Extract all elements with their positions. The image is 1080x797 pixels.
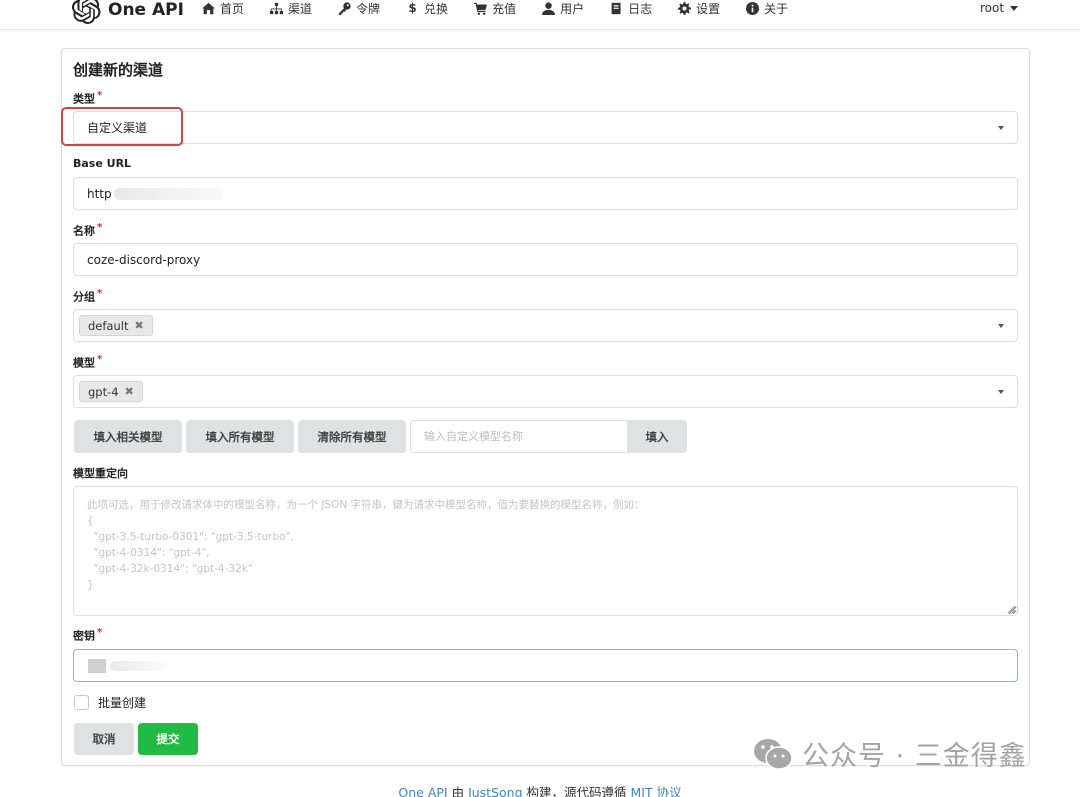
nav-item-tokens[interactable]: 令牌	[338, 0, 380, 16]
model-tag: gpt-4 ✖	[79, 381, 143, 402]
fill-custom-model-button[interactable]: 填入	[627, 420, 687, 453]
user-icon	[542, 1, 556, 15]
footer-author-link[interactable]: JustSong	[468, 785, 522, 797]
nav-item-users[interactable]: 用户	[542, 0, 584, 16]
masked-key	[88, 658, 106, 673]
base-url-label: Base URL	[73, 157, 132, 170]
submit-button[interactable]: 提交	[138, 723, 198, 755]
name-label-text: 名称	[73, 224, 95, 238]
nav-item-label: 关于	[764, 1, 789, 16]
dropdown-caret-icon	[998, 126, 1004, 130]
openai-logo-icon	[71, 0, 101, 25]
nav-item-label: 令牌	[356, 1, 381, 16]
base-url-value: http	[87, 186, 112, 201]
type-select[interactable]: 自定义渠道	[73, 111, 1018, 144]
batch-create-checkbox[interactable]	[74, 695, 89, 710]
type-label: 类型 *	[73, 90, 102, 107]
custom-model-input[interactable]	[410, 420, 627, 453]
fill-related-models-button[interactable]: 填入相关模型	[74, 420, 182, 453]
key-label: 密钥 *	[73, 627, 102, 644]
cancel-button[interactable]: 取消	[74, 723, 134, 755]
footer-middle-text: 构建，源代码遵循	[522, 785, 631, 797]
chevron-down-icon	[1010, 5, 1019, 11]
fill-all-models-button[interactable]: 填入所有模型	[186, 420, 294, 453]
nav-item-topup[interactable]: 充值	[474, 0, 516, 16]
required-asterisk: *	[97, 627, 103, 638]
required-asterisk: *	[97, 222, 103, 233]
group-tag-label: default	[88, 318, 129, 333]
page-title: 创建新的渠道	[73, 61, 164, 79]
required-asterisk: *	[97, 288, 103, 299]
batch-create-row: 批量创建	[74, 694, 146, 711]
sitemap-icon	[270, 2, 284, 15]
model-select[interactable]: gpt-4 ✖	[73, 375, 1018, 408]
nav-item-label: 用户	[560, 1, 585, 16]
username: root	[980, 1, 1005, 15]
blurred-key-segment	[110, 660, 170, 671]
nav-item-about[interactable]: 关于	[746, 0, 788, 16]
logo[interactable]: One API	[70, 0, 184, 26]
name-label: 名称 *	[73, 222, 102, 239]
main-nav: 首页 渠道 令牌 $ 兑换 充值 用户 日志 设置 关于	[202, 0, 814, 16]
footer: One API 由 JustSong 构建，源代码遵循 MIT 协议	[0, 782, 1080, 797]
watermark: 公众号 · 三金得鑫	[752, 734, 1027, 773]
required-asterisk: *	[97, 90, 103, 101]
remove-tag-icon[interactable]: ✖	[125, 385, 134, 398]
footer-license-link[interactable]: MIT 协议	[630, 785, 681, 797]
nav-item-channels[interactable]: 渠道	[270, 0, 312, 16]
nav-item-label: 兑换	[424, 1, 449, 16]
model-mapping-label: 模型重定向	[73, 467, 128, 480]
watermark-text: 公众号 · 三金得鑫	[802, 741, 1027, 772]
model-label: 模型 *	[73, 354, 102, 371]
wechat-icon	[754, 738, 793, 770]
group-label: 分组 *	[73, 288, 102, 305]
key-input[interactable]	[73, 649, 1018, 682]
model-tag-label: gpt-4	[88, 384, 119, 399]
key-icon	[338, 1, 351, 15]
name-value: coze-discord-proxy	[87, 252, 201, 267]
book-icon	[610, 2, 623, 15]
gear-icon	[678, 1, 692, 15]
batch-create-label[interactable]: 批量创建	[98, 694, 146, 711]
dollar-icon: $	[408, 1, 417, 15]
model-mapping-textarea[interactable]	[73, 486, 1018, 616]
nav-item-home[interactable]: 首页	[202, 0, 244, 16]
blurred-url-segment	[113, 187, 224, 200]
clear-all-models-button[interactable]: 清除所有模型	[298, 420, 406, 453]
nav-item-label: 首页	[220, 1, 245, 16]
nav-item-label: 充值	[492, 1, 517, 16]
group-tag: default ✖	[79, 315, 153, 336]
key-label-text: 密钥	[73, 629, 95, 643]
model-label-text: 模型	[73, 356, 95, 370]
cart-icon	[474, 2, 488, 15]
nav-item-settings[interactable]: 设置	[678, 0, 720, 16]
nav-item-label: 渠道	[288, 1, 313, 16]
nav-item-redeem[interactable]: $ 兑换	[406, 0, 448, 16]
dropdown-caret-icon	[998, 390, 1004, 394]
home-icon	[202, 2, 215, 15]
app-name: One API	[108, 0, 184, 20]
group-label-text: 分组	[73, 290, 95, 304]
nav-item-logs[interactable]: 日志	[610, 0, 652, 16]
type-label-text: 类型	[73, 92, 95, 106]
base-url-input[interactable]: http	[73, 177, 1018, 210]
footer-by-text: 由	[447, 785, 469, 797]
group-select[interactable]: default ✖	[73, 309, 1018, 342]
nav-item-label: 日志	[628, 1, 653, 16]
annotation-highlight-box	[61, 107, 183, 146]
footer-project-link[interactable]: One API	[398, 785, 447, 797]
user-menu[interactable]: root	[980, 0, 1019, 16]
info-icon	[746, 1, 760, 15]
remove-tag-icon[interactable]: ✖	[134, 319, 143, 332]
resize-handle-icon[interactable]	[1007, 605, 1016, 614]
nav-item-label: 设置	[696, 1, 721, 16]
name-input[interactable]: coze-discord-proxy	[73, 243, 1018, 276]
top-navbar: One API 首页 渠道 令牌 $ 兑换 充值 用户 日志 设置 关于 roo…	[0, 0, 1080, 30]
dropdown-caret-icon	[998, 324, 1004, 328]
required-asterisk: *	[97, 354, 103, 365]
